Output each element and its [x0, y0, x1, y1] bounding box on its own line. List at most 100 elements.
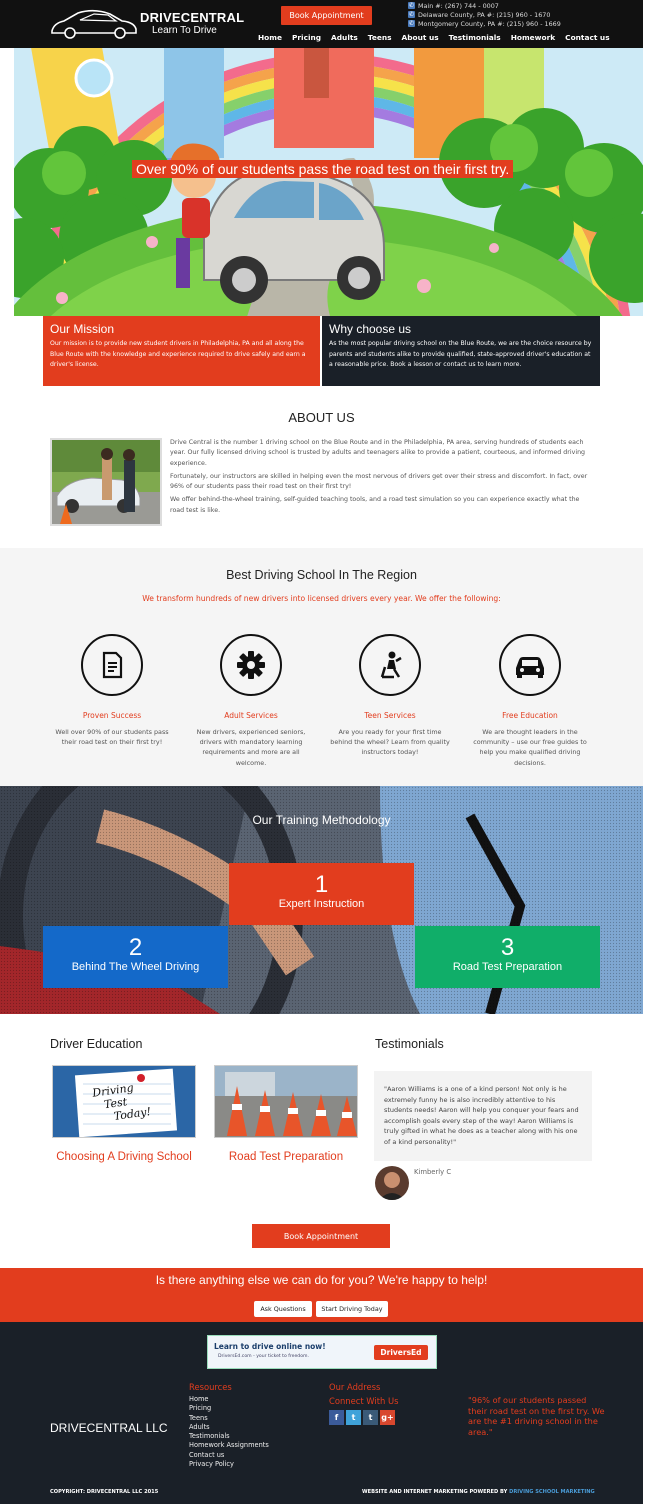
- nav-teens[interactable]: Teens: [368, 33, 392, 42]
- step-number: 3: [500, 934, 515, 961]
- mission-panel: Our Mission Our mission is to provide ne…: [43, 316, 320, 386]
- footer-link-contact[interactable]: Contact us: [189, 1451, 269, 1460]
- footer-link-teens[interactable]: Teens: [189, 1414, 269, 1423]
- traffic-cones-image: [215, 1066, 357, 1137]
- mission-title: Our Mission: [50, 322, 115, 336]
- testimonials-title: Testimonials: [375, 1037, 444, 1051]
- instructor-photo-image: [52, 440, 160, 524]
- step-road-test-preparation[interactable]: 3 Road Test Preparation: [415, 926, 600, 988]
- footer-link-home[interactable]: Home: [189, 1395, 269, 1404]
- phone-icon: ✆: [408, 11, 415, 18]
- feature-proven-success: Proven Success Well over 90% of our stud…: [52, 634, 172, 747]
- why-choose-us-panel: Why choose us As the most popular drivin…: [322, 316, 600, 386]
- phone-icon: ✆: [408, 20, 415, 27]
- about-paragraph: Fortunately, our instructors are skilled…: [170, 472, 588, 491]
- feature-title[interactable]: Proven Success: [52, 711, 172, 720]
- step-number: 2: [128, 934, 143, 961]
- powered-link[interactable]: DRIVING SCHOOL MARKETING: [509, 1489, 595, 1495]
- step-expert-instruction[interactable]: 1 Expert Instruction: [229, 863, 414, 925]
- nav-homework[interactable]: Homework: [511, 33, 555, 42]
- book-appointment-button[interactable]: Book Appointment: [281, 6, 372, 25]
- twitter-icon[interactable]: t: [346, 1410, 361, 1425]
- start-driving-today-button[interactable]: Start Driving Today: [316, 1301, 388, 1317]
- feature-text: We are thought leaders in the community …: [473, 728, 587, 767]
- nav-contact[interactable]: Contact us: [565, 33, 609, 42]
- car-icon[interactable]: [499, 634, 561, 696]
- road-test-thumbnail[interactable]: [214, 1065, 358, 1138]
- road-test-preparation-link[interactable]: Road Test Preparation: [214, 1148, 358, 1167]
- feature-title[interactable]: Adult Services: [191, 711, 311, 720]
- feature-free-education: Free Education We are thought leaders in…: [470, 634, 590, 768]
- why-title: Why choose us: [329, 322, 412, 336]
- contact-montgomery[interactable]: ✆ Montgomery County, PA #: (215) 960 - 16…: [408, 19, 561, 28]
- feature-text: Well over 90% of our students pass their…: [55, 728, 169, 747]
- contact-text: Montgomery County, PA #: (215) 960 - 166…: [418, 19, 561, 28]
- ask-questions-button[interactable]: Ask Questions: [254, 1301, 312, 1317]
- footer-link-pricing[interactable]: Pricing: [189, 1404, 269, 1413]
- avatar: [375, 1166, 409, 1200]
- contact-text: Delaware County, PA #: (215) 960 - 1670: [418, 10, 551, 19]
- book-appointment-button[interactable]: Book Appointment: [252, 1224, 390, 1248]
- google-plus-icon[interactable]: g+: [380, 1410, 395, 1425]
- gear-icon[interactable]: [220, 634, 282, 696]
- footer-resources: Resources Home Pricing Teens Adults Test…: [189, 1381, 269, 1469]
- testimonial-author: Kimberly C: [414, 1168, 452, 1176]
- footer-company: DRIVECENTRAL LLC: [50, 1421, 168, 1435]
- nav-adults[interactable]: Adults: [331, 33, 358, 42]
- services-subtitle: We transform hundreds of new drivers int…: [142, 594, 501, 603]
- feature-title[interactable]: Free Education: [470, 711, 590, 720]
- step-label: Behind The Wheel Driving: [71, 961, 200, 973]
- powered-prefix: WEBSITE AND INTERNET MARKETING POWERED B…: [362, 1489, 508, 1495]
- services-title: Best Driving School In The Region: [226, 568, 417, 582]
- driving-test-thumbnail[interactable]: DrivingTestToday!: [52, 1065, 196, 1138]
- contact-delaware[interactable]: ✆ Delaware County, PA #: (215) 960 - 1670: [408, 10, 561, 19]
- copyright: COPYRIGHT: DRIVECENTRAL LLC 2015: [50, 1489, 159, 1495]
- about-photo: [50, 438, 162, 526]
- nav-about[interactable]: About us: [402, 33, 439, 42]
- footer-link-adults[interactable]: Adults: [189, 1423, 269, 1432]
- brand-name[interactable]: DRIVECENTRAL: [140, 10, 244, 25]
- step-number: 1: [314, 871, 329, 898]
- contact-main[interactable]: ✆ Main #: (267) 744 - 0007: [408, 1, 561, 10]
- banner-subtext: DriversEd.com - your ticket to freedom.: [218, 1354, 309, 1359]
- document-icon[interactable]: [81, 634, 143, 696]
- nav-home[interactable]: Home: [258, 33, 282, 42]
- hero-illustration: [14, 48, 643, 316]
- connect-title: Connect With Us: [329, 1396, 399, 1406]
- site-header: DRIVECENTRAL Learn To Drive Book Appoint…: [0, 0, 643, 48]
- nav-pricing[interactable]: Pricing: [292, 33, 321, 42]
- site-footer: Learn to drive online now! DriversEd.com…: [0, 1322, 643, 1504]
- mission-text: Our mission is to provide new student dr…: [50, 340, 306, 368]
- about-paragraph: Drive Central is the number 1 driving sc…: [170, 439, 586, 467]
- choosing-driving-school-link[interactable]: Choosing A Driving School: [52, 1148, 196, 1167]
- driving-test-note-image: DrivingTestToday!: [53, 1066, 195, 1137]
- services-section: Best Driving School In The Region We tra…: [0, 548, 643, 786]
- footer-link-homework[interactable]: Homework Assignments: [189, 1441, 269, 1450]
- driversed-ad-banner[interactable]: Learn to drive online now! DriversEd.com…: [207, 1335, 437, 1369]
- feature-text: Are you ready for your first time behind…: [330, 728, 450, 757]
- why-text: As the most popular driving school on th…: [329, 340, 592, 368]
- driver-seat-icon[interactable]: [359, 634, 421, 696]
- driver-education-title: Driver Education: [50, 1037, 143, 1051]
- phone-icon: ✆: [408, 2, 415, 9]
- footer-link-testimonials[interactable]: Testimonials: [189, 1432, 269, 1441]
- step-behind-the-wheel[interactable]: 2 Behind The Wheel Driving: [43, 926, 228, 988]
- about-text: Drive Central is the number 1 driving sc…: [170, 438, 590, 519]
- car-logo-icon[interactable]: [48, 5, 140, 41]
- tumblr-icon[interactable]: t: [363, 1410, 378, 1425]
- about-paragraph: We offer behind-the-wheel training, self…: [170, 496, 580, 514]
- facebook-icon[interactable]: f: [329, 1410, 344, 1425]
- step-label: Road Test Preparation: [452, 961, 563, 973]
- footer-quote: "96% of our students passed their road t…: [468, 1395, 605, 1437]
- help-banner: Is there anything else we can do for you…: [0, 1268, 643, 1322]
- hero-banner: Over 90% of our students pass the road t…: [14, 48, 643, 316]
- feature-title[interactable]: Teen Services: [330, 711, 450, 720]
- powered-by: WEBSITE AND INTERNET MARKETING POWERED B…: [362, 1489, 595, 1495]
- hero-caption: Over 90% of our students pass the road t…: [132, 160, 514, 178]
- feature-adult-services: Adult Services New drivers, experienced …: [191, 634, 311, 768]
- footer-link-privacy[interactable]: Privacy Policy: [189, 1460, 269, 1469]
- feature-text: New drivers, experienced seniors, driver…: [196, 728, 306, 767]
- testimonial-quote: "Aaron Williams is a one of a kind perso…: [374, 1071, 592, 1161]
- resources-title: Resources: [189, 1382, 232, 1392]
- nav-testimonials[interactable]: Testimonials: [449, 33, 501, 42]
